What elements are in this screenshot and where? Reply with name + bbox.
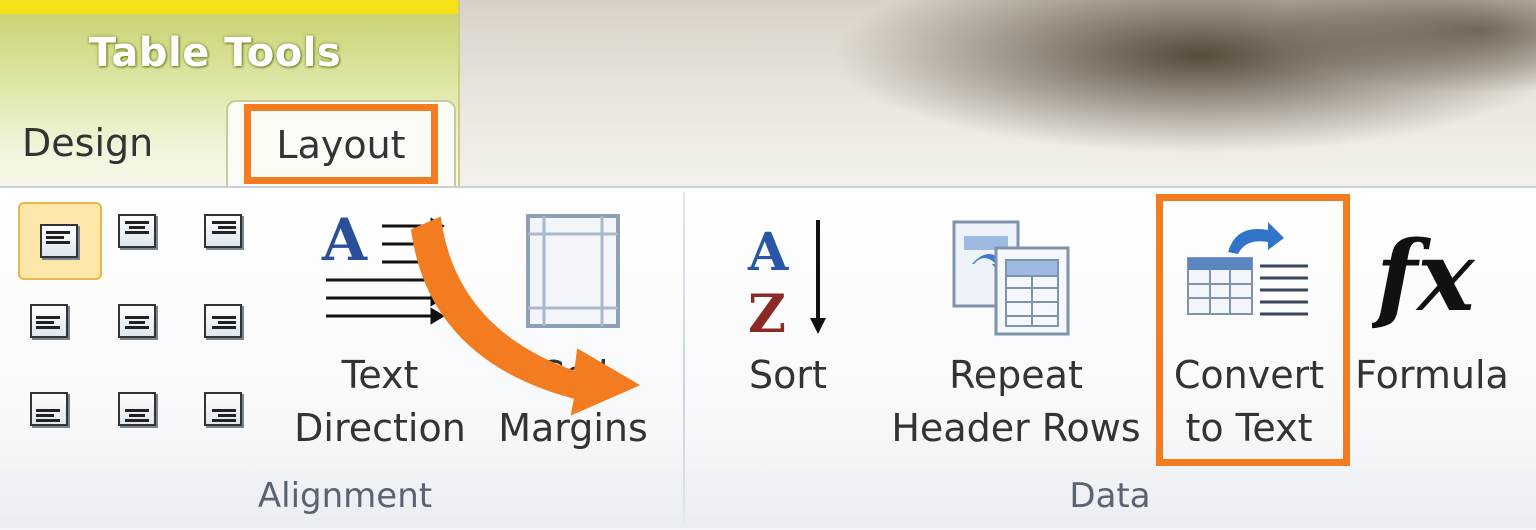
context-tab-stripe [0, 0, 458, 14]
text-direction-label-2: Direction [294, 406, 466, 450]
align-top-center-icon [118, 214, 156, 248]
align-center-left-icon [30, 304, 68, 338]
formula-button[interactable]: fx Formula [1344, 200, 1520, 420]
context-tab-title: Table Tools [88, 30, 342, 76]
data-group-label: Data [1069, 476, 1151, 516]
sort-button[interactable]: A Z Sort [728, 200, 848, 420]
align-center-left-button[interactable] [21, 296, 77, 346]
align-bottom-center-icon [118, 392, 156, 426]
align-bottom-left-icon [30, 392, 68, 426]
align-center-center-icon [118, 304, 156, 338]
align-top-center-button[interactable] [109, 206, 165, 256]
svg-text:A: A [747, 222, 789, 283]
align-bottom-right-icon [204, 392, 242, 426]
align-top-left-button[interactable] [18, 202, 102, 280]
svg-text:A: A [321, 206, 368, 274]
fx-formula-icon: fx [1372, 220, 1476, 330]
repeat-header-rows-button[interactable]: Repeat Header Rows [876, 200, 1156, 460]
align-center-right-button[interactable] [195, 296, 251, 346]
align-top-left-icon [40, 224, 78, 258]
tab-design[interactable]: Design [0, 112, 190, 174]
cell-margins-button[interactable]: Cell Margins [488, 200, 658, 460]
repeat-header-rows-label-2: Header Rows [891, 406, 1141, 450]
sort-az-icon: A Z [747, 220, 826, 345]
layout-tab-highlight [244, 104, 438, 184]
svg-text:fx: fx [1372, 220, 1476, 330]
align-bottom-right-button[interactable] [195, 384, 251, 434]
text-direction-icon: A [321, 206, 445, 325]
align-center-center-button[interactable] [109, 296, 165, 346]
sort-label: Sort [749, 353, 827, 397]
svg-text:Z: Z [748, 284, 786, 345]
align-center-right-icon [204, 304, 242, 338]
convert-to-text-highlight [1156, 194, 1350, 466]
align-top-right-button[interactable] [195, 206, 251, 256]
cell-margins-icon [526, 214, 620, 328]
alignment-group-label: Alignment [257, 476, 433, 516]
repeat-header-rows-label-1: Repeat [949, 353, 1083, 397]
align-bottom-center-button[interactable] [109, 384, 165, 434]
cell-margins-label-2: Margins [498, 406, 648, 450]
text-direction-label-1: Text [341, 353, 419, 397]
formula-label: Formula [1355, 353, 1509, 397]
text-direction-button[interactable]: A Text Direction [280, 200, 480, 460]
group-separator [683, 192, 685, 524]
repeat-header-rows-icon [952, 220, 1070, 336]
align-top-right-icon [204, 214, 242, 248]
cell-margins-label-1: Cell [537, 353, 609, 397]
align-bottom-left-button[interactable] [21, 384, 77, 434]
